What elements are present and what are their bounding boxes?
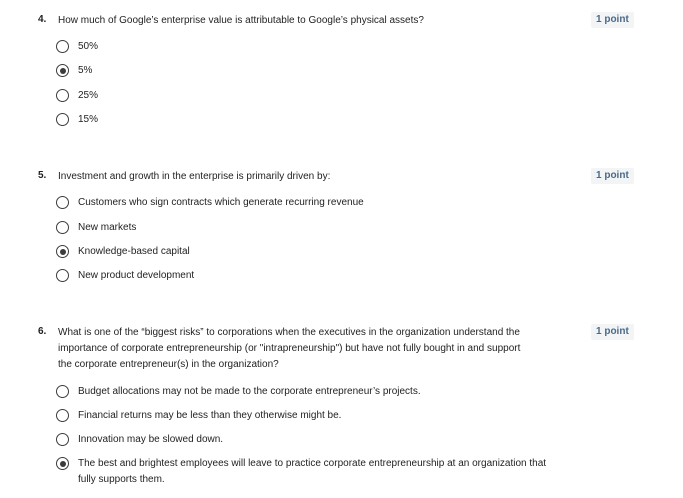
option-radio[interactable]: The best and brightest employees will le… — [56, 456, 556, 490]
option-radio[interactable]: Customers who sign contracts which gener… — [56, 195, 556, 215]
option-label: 15% — [78, 114, 99, 125]
option-radio[interactable]: 50% — [56, 39, 556, 59]
option-label: Customers who sign contracts which gener… — [78, 197, 364, 208]
radio-button[interactable] — [56, 269, 69, 282]
radio-button[interactable] — [56, 385, 69, 398]
option-label: 25% — [78, 90, 99, 101]
radio-button[interactable] — [56, 196, 69, 209]
radio-button[interactable] — [56, 433, 69, 446]
question-text: Investment and growth in the enterprise … — [58, 171, 331, 182]
radio-button[interactable] — [56, 40, 69, 53]
option-radio[interactable]: Budget allocations may not be made to th… — [56, 384, 556, 404]
option-radio[interactable]: New markets — [56, 220, 556, 240]
option-radio[interactable]: 5% — [56, 63, 556, 83]
question-text: How much of Google’s enterprise value is… — [58, 15, 424, 26]
radio-button-selected[interactable] — [56, 64, 69, 77]
question-text: What is one of the “biggest risks” to co… — [58, 327, 521, 370]
radio-button[interactable] — [56, 221, 69, 234]
option-radio[interactable]: Innovation may be slowed down. — [56, 432, 556, 452]
option-label: The best and brightest employees will le… — [78, 458, 547, 485]
option-label: 5% — [78, 65, 93, 76]
option-radio[interactable]: Knowledge-based capital — [56, 244, 556, 264]
radio-button[interactable] — [56, 409, 69, 422]
option-label: New product development — [78, 270, 195, 281]
option-label: Financial returns may be less than they … — [78, 410, 342, 421]
points-badge: 1 point — [591, 168, 634, 184]
option-label: New markets — [78, 222, 137, 233]
radio-button[interactable] — [56, 89, 69, 102]
radio-button-selected[interactable] — [56, 457, 69, 470]
option-radio[interactable]: 25% — [56, 88, 556, 108]
question-number: 4. — [38, 14, 47, 25]
question-number: 6. — [38, 326, 47, 337]
question-number: 5. — [38, 170, 47, 181]
option-radio[interactable]: New product development — [56, 268, 556, 288]
option-radio[interactable]: 15% — [56, 112, 556, 132]
option-radio[interactable]: Financial returns may be less than they … — [56, 408, 556, 428]
points-badge: 1 point — [591, 12, 634, 28]
option-label: 50% — [78, 41, 99, 52]
radio-button-selected[interactable] — [56, 245, 69, 258]
option-label: Budget allocations may not be made to th… — [78, 386, 421, 397]
radio-button[interactable] — [56, 113, 69, 126]
points-badge: 1 point — [591, 324, 634, 340]
option-label: Innovation may be slowed down. — [78, 434, 224, 445]
option-label: Knowledge-based capital — [78, 246, 190, 257]
